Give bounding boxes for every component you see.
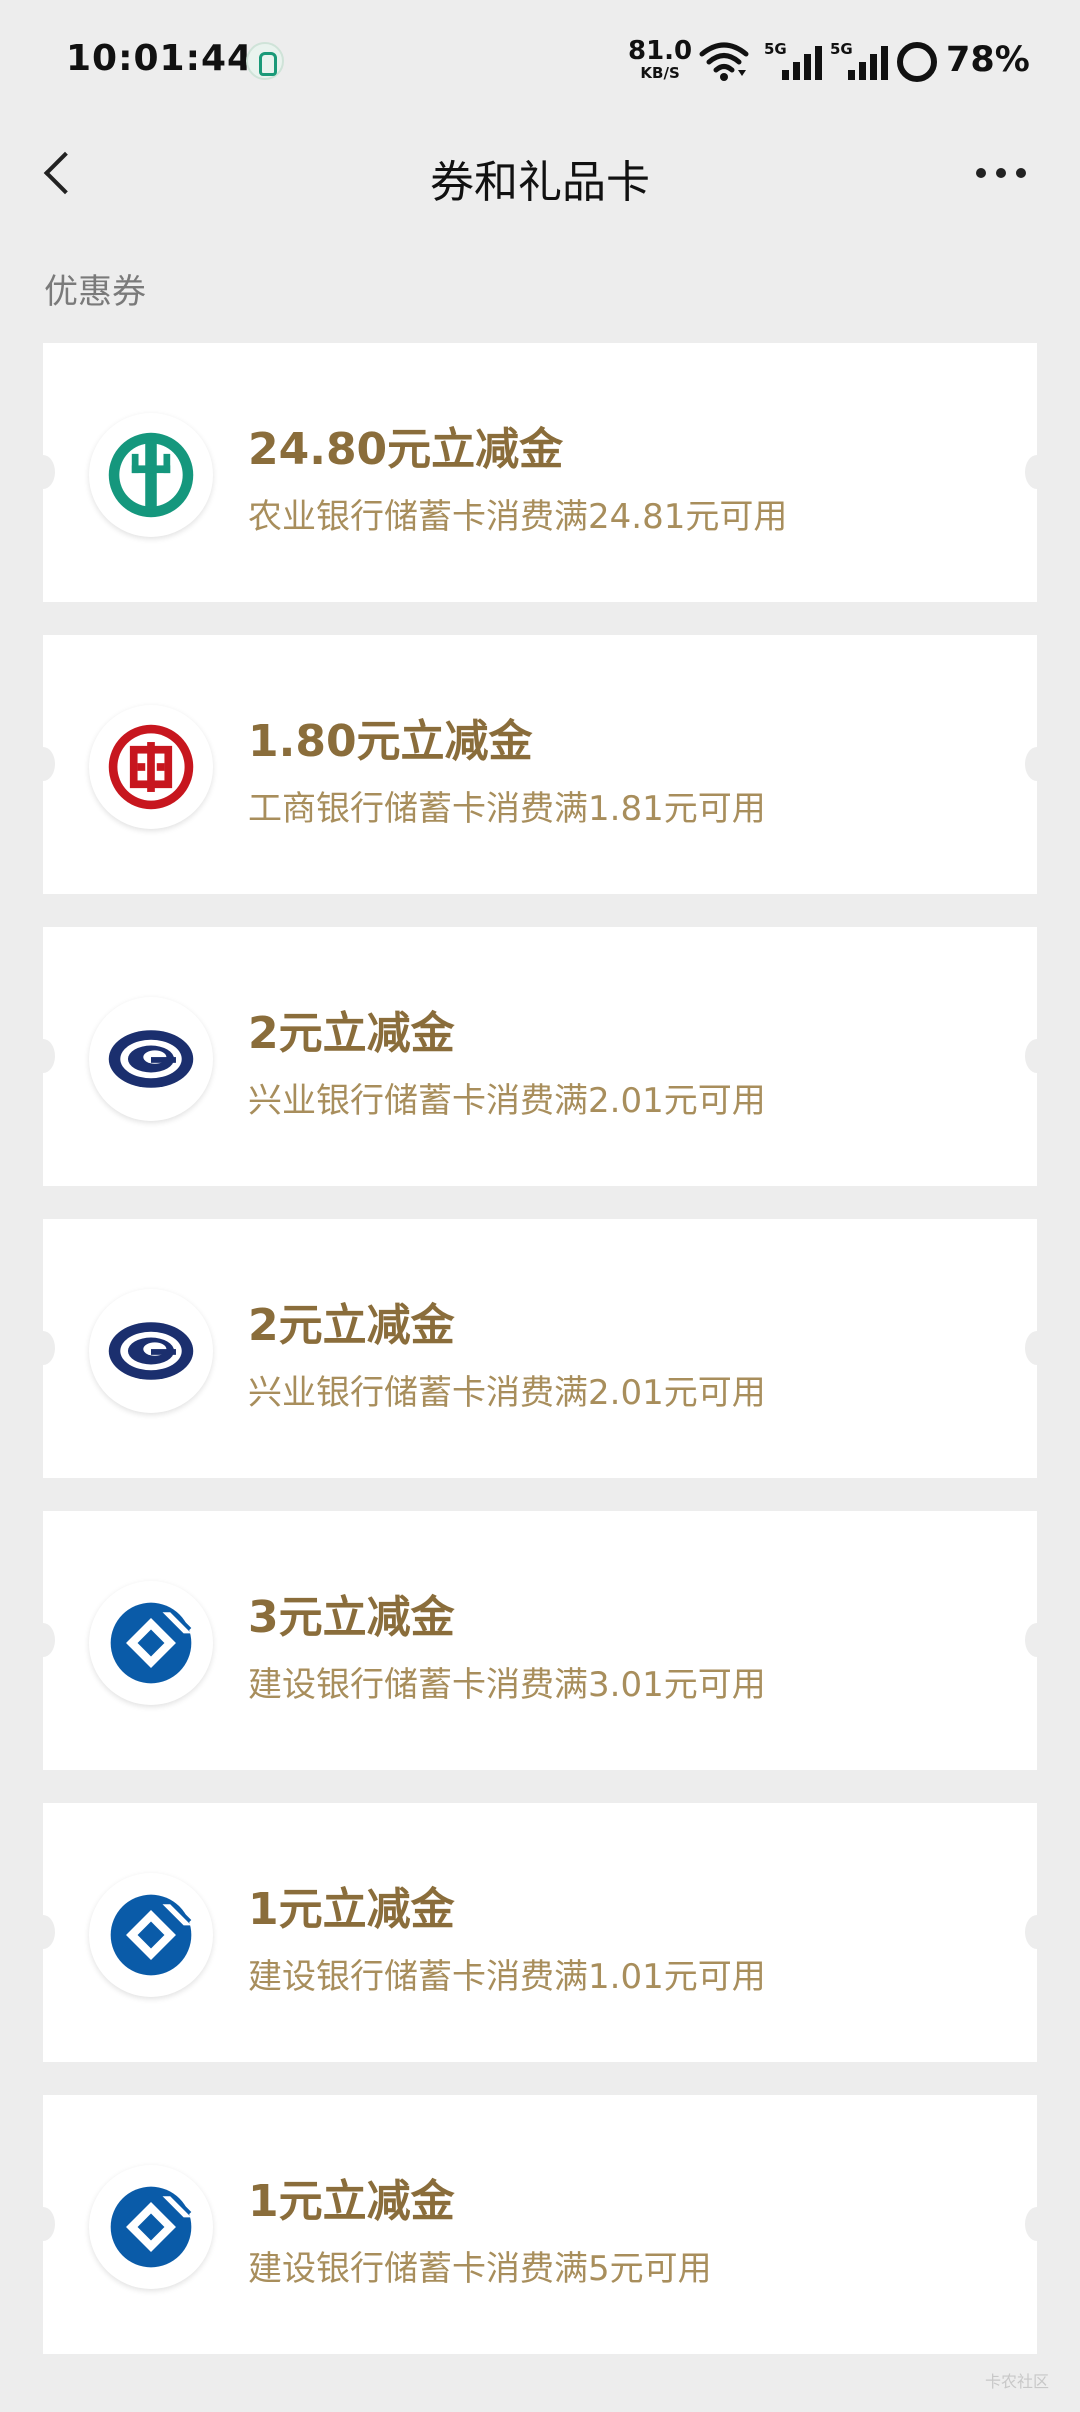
coupon-card[interactable]: 1元立减金 建设银行储蓄卡消费满5元可用 (31, 2095, 1049, 2354)
coupon-condition: 兴业银行储蓄卡消费满2.01元可用 (248, 1373, 766, 1413)
nav-bar: 券和礼品卡 (0, 126, 1080, 222)
coupon-list: 24.80元立减金 农业银行储蓄卡消费满24.81元可用 1.80元立减金 工商… (31, 343, 1049, 2387)
watermark: 卡农社区 (985, 2372, 1050, 2391)
abc-bank-icon (89, 413, 213, 537)
coupon-card[interactable]: 1.80元立减金 工商银行储蓄卡消费满1.81元可用 (31, 635, 1049, 894)
coupon-amount: 1元立减金 (248, 2176, 455, 2227)
battery-icon (897, 42, 937, 82)
coupon-amount: 1.80元立减金 (248, 716, 533, 767)
coupon-amount: 24.80元立减金 (248, 424, 564, 475)
ccb-bank-icon (89, 1581, 213, 1705)
coupon-condition: 工商银行储蓄卡消费满1.81元可用 (248, 789, 766, 829)
coupon-card[interactable]: 3元立减金 建设银行储蓄卡消费满3.01元可用 (31, 1511, 1049, 1770)
coupon-condition: 兴业银行储蓄卡消费满2.01元可用 (248, 1081, 766, 1121)
cib-bank-icon (89, 1289, 213, 1413)
status-time: 10:01:44 (66, 38, 254, 79)
network-speed: 81.0 KB/S (628, 38, 692, 81)
coupon-amount: 1元立减金 (248, 1884, 455, 1935)
coupon-condition: 建设银行储蓄卡消费满3.01元可用 (248, 1665, 766, 1705)
coupon-card[interactable]: 24.80元立减金 农业银行储蓄卡消费满24.81元可用 (31, 343, 1049, 602)
page-title: 券和礼品卡 (430, 157, 650, 208)
status-bar: 10:01:44 81.0 KB/S 5G 5G 78% (0, 0, 1080, 126)
coupon-amount: 2元立减金 (248, 1008, 455, 1059)
battery-percent: 78% (946, 40, 1030, 80)
coupon-card[interactable]: 2元立减金 兴业银行储蓄卡消费满2.01元可用 (31, 1219, 1049, 1478)
coupon-condition: 建设银行储蓄卡消费满1.01元可用 (248, 1957, 766, 1997)
cellular-signal-icon: 5G (764, 40, 822, 82)
network-speed-unit: KB/S (640, 64, 680, 82)
wifi-icon (699, 42, 749, 81)
network-speed-value: 81.0 (628, 36, 693, 66)
ccb-bank-icon (89, 2165, 213, 2289)
section-title: 优惠券 (44, 272, 146, 312)
coupon-condition: 农业银行储蓄卡消费满24.81元可用 (248, 497, 788, 537)
coupon-card[interactable]: 1元立减金 建设银行储蓄卡消费满1.01元可用 (31, 1803, 1049, 2062)
coupon-amount: 3元立减金 (248, 1592, 455, 1643)
ccb-bank-icon (89, 1873, 213, 1997)
more-options-icon[interactable] (976, 168, 1026, 178)
notification-app-icon (246, 42, 284, 80)
icbc-bank-icon (89, 705, 213, 829)
coupon-card[interactable]: 2元立减金 兴业银行储蓄卡消费满2.01元可用 (31, 927, 1049, 1186)
cellular-signal-icon: 5G (830, 40, 888, 82)
coupon-amount: 2元立减金 (248, 1300, 455, 1351)
coupon-condition: 建设银行储蓄卡消费满5元可用 (248, 2249, 712, 2289)
cib-bank-icon (89, 997, 213, 1121)
